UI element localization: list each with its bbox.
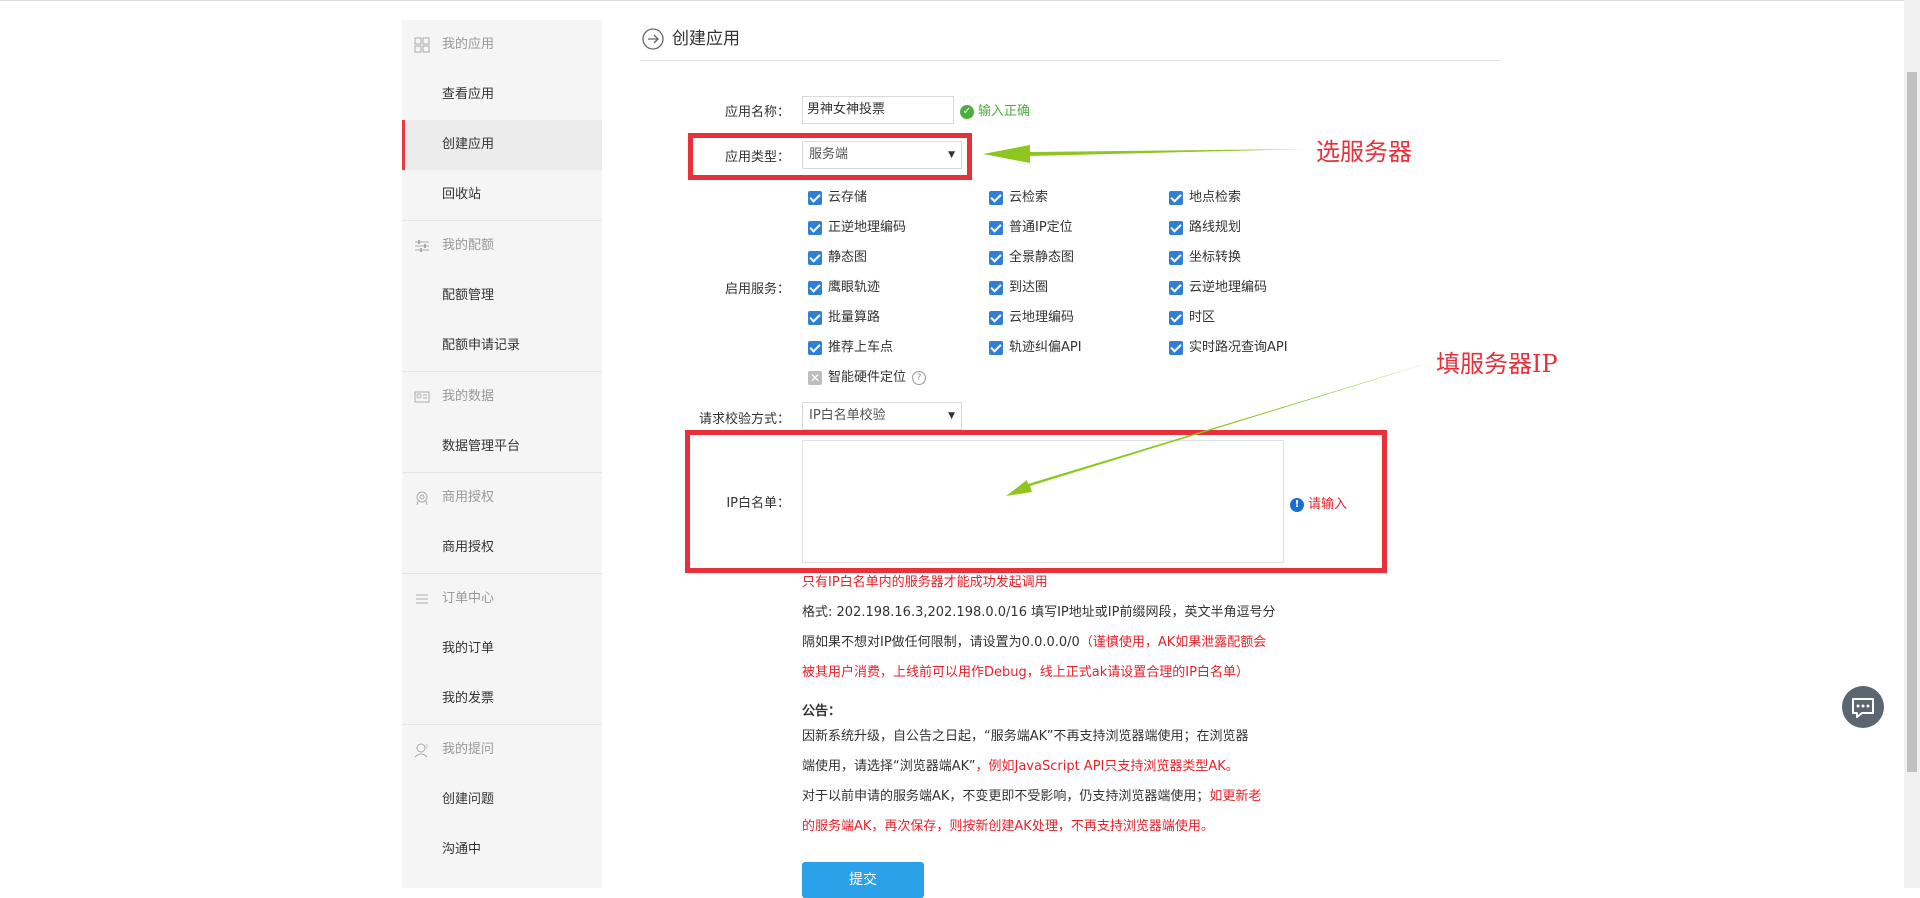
chat-button[interactable] [1842, 686, 1884, 728]
annotation-fill-ip-text: 填服务器IP [1436, 350, 1558, 378]
chat-bubble-icon [1852, 698, 1874, 718]
arrow-fill-ip [1006, 361, 1435, 496]
arrow-select-server [983, 145, 1305, 163]
annotation-arrows [983, 145, 1435, 496]
scrollbar-thumb[interactable] [1907, 72, 1917, 772]
annotation-select-server-text: 选服务器 [1316, 138, 1412, 166]
